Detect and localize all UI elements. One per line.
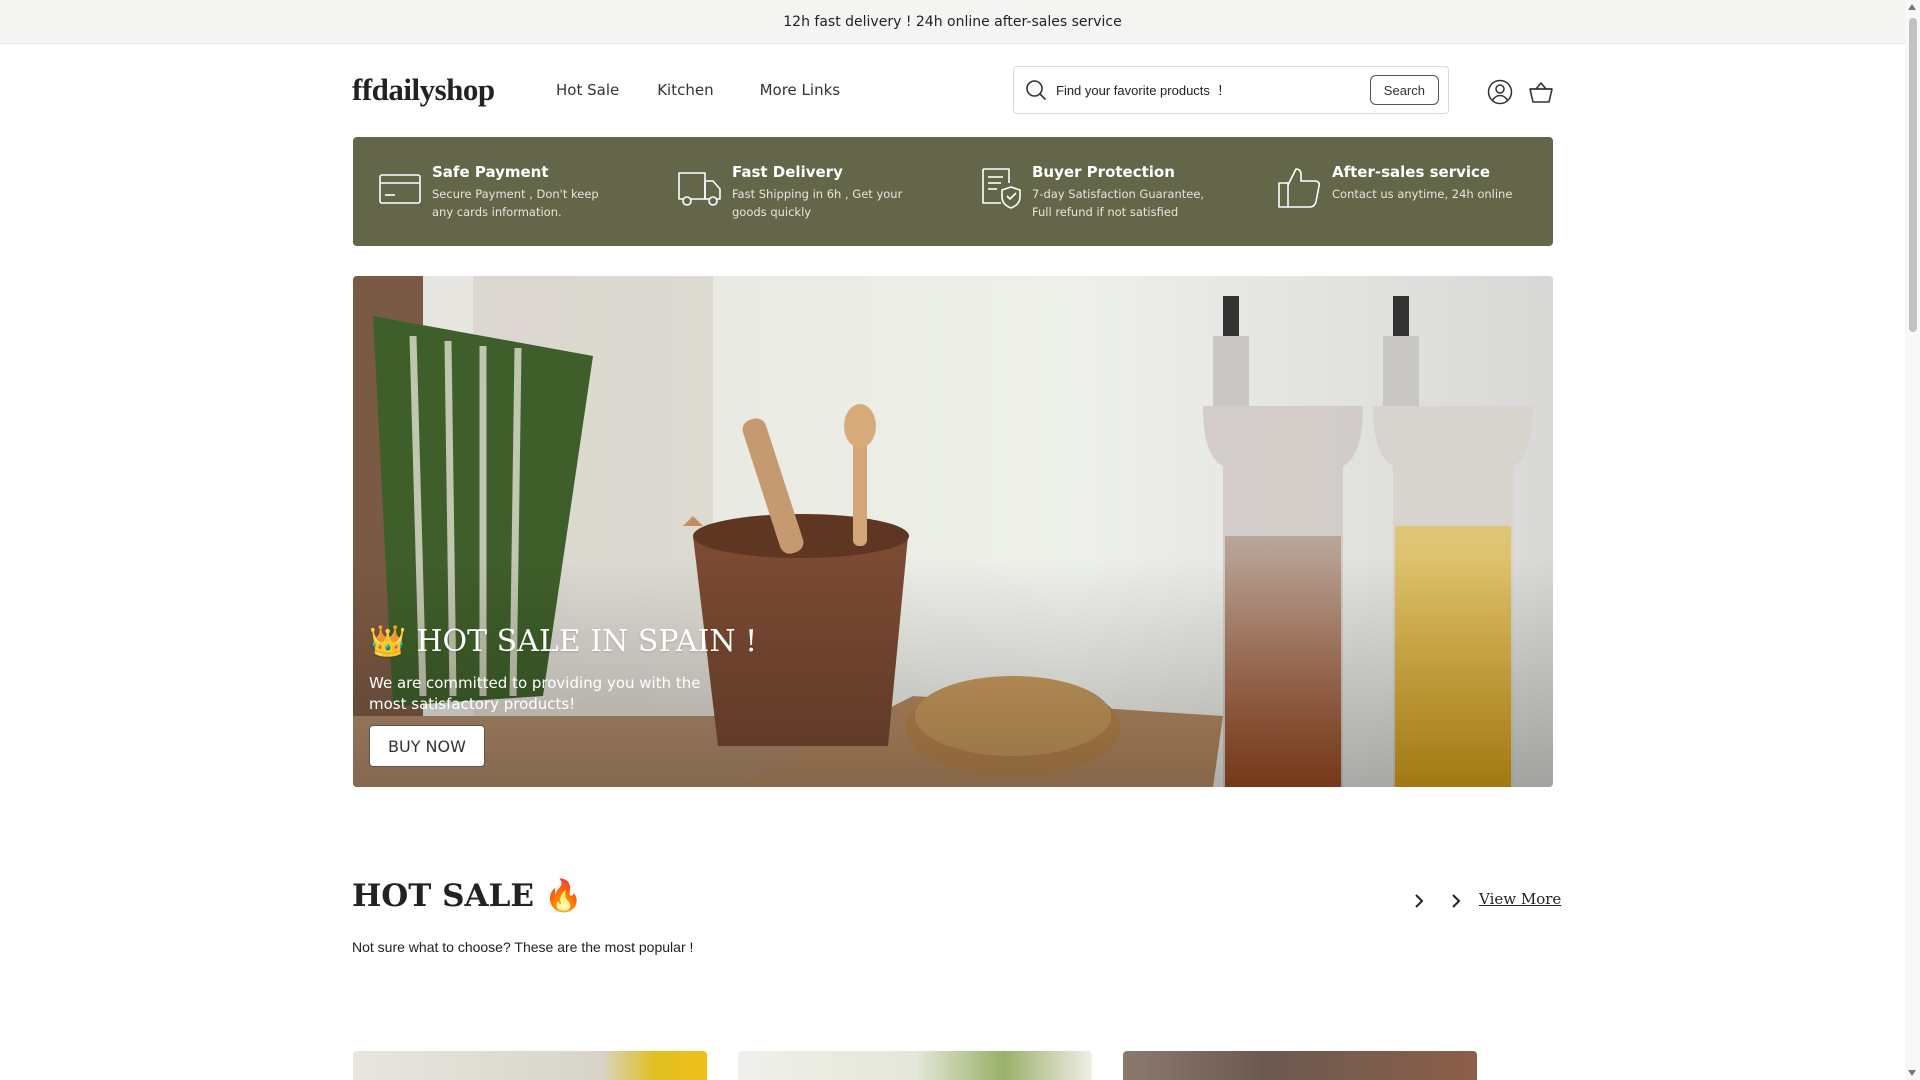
scroll-down-icon[interactable] <box>1908 1070 1916 1076</box>
nav-kitchen[interactable]: Kitchen <box>657 81 713 99</box>
nav-hot-sale[interactable]: Hot Sale <box>556 81 619 99</box>
product-card[interactable] <box>1123 1051 1477 1080</box>
section-title: HOT SALE 🔥 <box>352 877 583 915</box>
chevron-right-icon[interactable] <box>1445 890 1467 912</box>
feature-desc: Fast Shipping in 6h , Get your goods qui… <box>732 187 903 219</box>
features-bar: Safe Payment Secure Payment , Don't keep… <box>353 137 1553 246</box>
announcement-text: 12h fast delivery ! 24h online after-sal… <box>783 13 1122 30</box>
truck-icon <box>678 172 721 206</box>
shield-check-icon <box>982 168 1021 209</box>
feature-fast-delivery: Fast Delivery Fast Shipping in 6h , Get … <box>653 137 953 246</box>
search-icon <box>1026 80 1047 101</box>
feature-buyer-protection: Buyer Protection 7-day Satisfaction Guar… <box>953 137 1253 246</box>
view-more-link[interactable]: View More <box>1479 890 1561 908</box>
hero-description: We are committed to providing you with t… <box>369 674 701 713</box>
search-input[interactable] <box>1056 82 1370 98</box>
feature-title: Buyer Protection <box>1032 163 1175 181</box>
hero-title-text: HOT SALE IN SPAIN ! <box>416 624 758 659</box>
feature-safe-payment: Safe Payment Secure Payment , Don't keep… <box>353 137 653 246</box>
feature-desc: Secure Payment , Don't keep any cards in… <box>432 187 599 219</box>
thumbs-up-icon <box>1278 168 1321 208</box>
section-title-text: HOT SALE <box>352 877 535 914</box>
section-subtitle: Not sure what to choose? These are the m… <box>352 939 694 955</box>
feature-after-sales: After-sales service Contact us anytime, … <box>1253 137 1553 246</box>
crown-icon: 👑 <box>369 624 407 659</box>
chevron-right-icon[interactable] <box>1408 890 1430 912</box>
site-logo[interactable]: ffdailyshop <box>352 72 495 108</box>
feature-title: Fast Delivery <box>732 163 843 181</box>
scroll-up-icon[interactable] <box>1908 4 1916 10</box>
search-button[interactable]: Search <box>1369 75 1439 105</box>
product-card[interactable] <box>738 1051 1092 1080</box>
hero-content: 👑 HOT SALE IN SPAIN ! We are committed t… <box>369 624 757 767</box>
hero-banner: 👑 HOT SALE IN SPAIN ! We are committed t… <box>353 276 1553 787</box>
fire-icon: 🔥 <box>544 878 583 914</box>
search-bar: Search <box>1013 66 1449 114</box>
feature-desc: Contact us anytime, 24h online <box>1332 187 1513 201</box>
feature-title: After-sales service <box>1332 163 1491 181</box>
scrollbar-thumb[interactable] <box>1909 18 1917 332</box>
credit-card-icon <box>379 174 421 204</box>
page-scrollbar[interactable] <box>1905 0 1920 1080</box>
announcement-bar: 12h fast delivery ! 24h online after-sal… <box>0 0 1905 44</box>
feature-title: Safe Payment <box>432 163 549 181</box>
hero-title: 👑 HOT SALE IN SPAIN ! <box>369 624 757 659</box>
account-icon[interactable] <box>1486 78 1514 106</box>
cart-icon[interactable] <box>1527 78 1555 106</box>
feature-desc: 7-day Satisfaction Guarantee, Full refun… <box>1032 187 1205 219</box>
main-nav: Hot Sale Kitchen More Links <box>556 81 878 99</box>
buy-now-button[interactable]: BUY NOW <box>369 725 485 767</box>
site-header: ffdailyshop Hot Sale Kitchen More Links … <box>0 44 1905 136</box>
nav-more-links[interactable]: More Links <box>760 81 841 99</box>
product-card[interactable] <box>353 1051 707 1080</box>
